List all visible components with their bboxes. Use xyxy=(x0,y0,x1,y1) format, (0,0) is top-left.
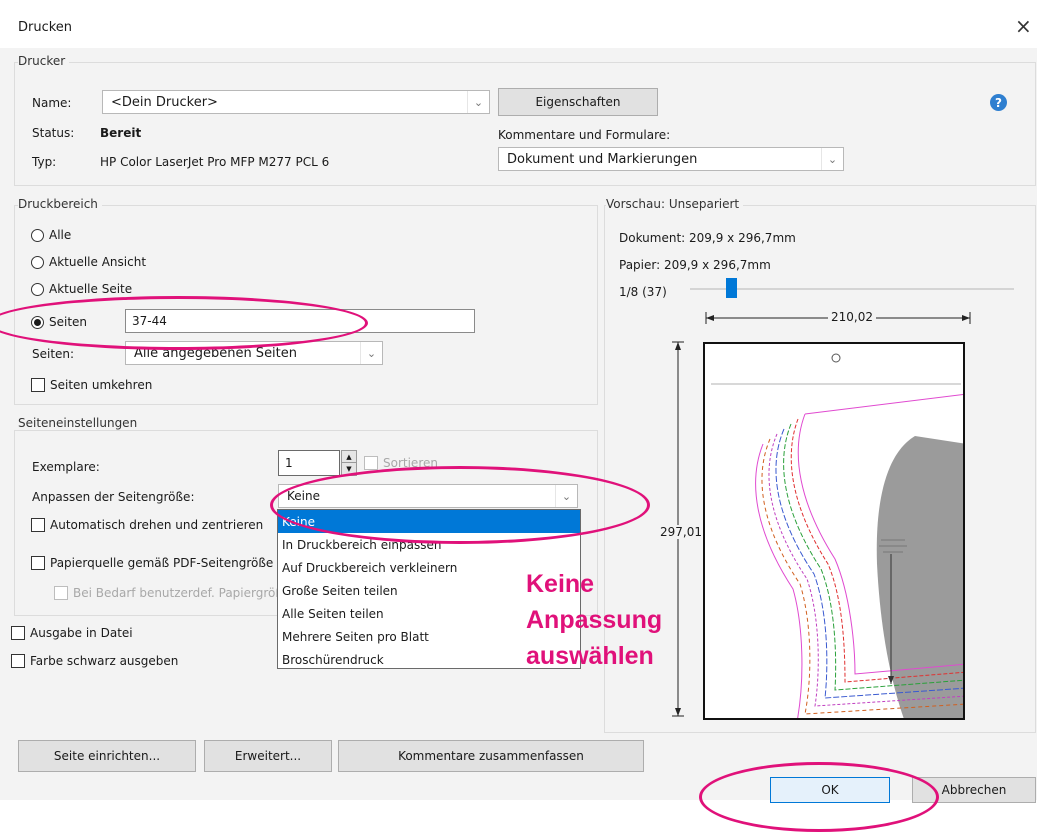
auto-rotate-box[interactable] xyxy=(31,518,45,532)
page-slider-thumb[interactable] xyxy=(725,278,737,298)
annotation-line-1: Keine xyxy=(526,570,595,598)
preview-width-label: 210,02 xyxy=(828,310,876,324)
annotation-text: Keine Anpassung auswählen xyxy=(526,566,662,674)
chevron-down-icon: ⌄ xyxy=(821,148,843,170)
radio-current-page-label: Aktuelle Seite xyxy=(49,282,133,296)
highlight-fit-ellipse xyxy=(270,466,650,544)
status-label: Status: xyxy=(32,126,75,140)
fit-label: Anpassen der Seitengröße: xyxy=(32,490,195,504)
radio-all[interactable]: Alle xyxy=(31,228,71,242)
preview-page xyxy=(703,342,965,720)
black-output-checkbox[interactable]: Farbe schwarz ausgeben xyxy=(11,654,178,668)
radio-all-label: Alle xyxy=(49,228,72,242)
preview-group-label: Vorschau: Unsepariert xyxy=(606,197,744,211)
paper-source-label: Papierquelle gemäß PDF-Seitengröße xyxy=(50,556,274,570)
properties-button[interactable]: Eigenschaften xyxy=(498,88,658,116)
output-to-file-checkbox[interactable]: Ausgabe in Datei xyxy=(11,626,133,640)
annotation-line-3: auswählen xyxy=(526,642,654,670)
pages-subset-label: Seiten: xyxy=(32,347,75,361)
collate-box[interactable] xyxy=(364,456,378,470)
printer-name-value: <Dein Drucker> xyxy=(111,94,218,110)
document-size: Dokument: 209,9 x 296,7mm xyxy=(619,231,796,245)
reverse-pages-box[interactable] xyxy=(31,378,45,392)
title-bar xyxy=(0,0,1037,48)
page-slider-track[interactable] xyxy=(690,288,1014,290)
stepper-up-icon[interactable]: ▲ xyxy=(342,451,356,463)
custom-paper-box[interactable] xyxy=(54,586,68,600)
printer-name-select[interactable]: <Dein Drucker> ⌄ xyxy=(102,90,490,114)
radio-current-view-label: Aktuelle Ansicht xyxy=(49,255,147,269)
output-to-file-box[interactable] xyxy=(11,626,25,640)
highlight-pages-ellipse xyxy=(0,296,368,350)
help-icon[interactable]: ? xyxy=(990,94,1007,111)
black-output-label: Farbe schwarz ausgeben xyxy=(30,654,179,668)
radio-current-view[interactable]: Aktuelle Ansicht xyxy=(31,255,146,269)
sewing-pattern-preview xyxy=(711,353,963,718)
copies-input[interactable]: 1 xyxy=(278,450,340,476)
highlight-ok-ellipse xyxy=(699,762,939,832)
paper-source-box[interactable] xyxy=(31,556,45,570)
type-value: HP Color LaserJet Pro MFP M277 PCL 6 xyxy=(100,155,330,169)
black-output-box[interactable] xyxy=(11,654,25,668)
comments-forms-label: Kommentare und Formulare: xyxy=(498,128,671,142)
close-icon[interactable]: × xyxy=(1015,14,1032,38)
comments-forms-value: Dokument und Markierungen xyxy=(507,151,698,167)
radio-current-page-indicator[interactable] xyxy=(31,282,44,296)
annotation-line-2: Anpassung xyxy=(526,606,663,634)
radio-current-view-indicator[interactable] xyxy=(31,255,44,269)
status-value: Bereit xyxy=(100,126,142,140)
preview-height-label: 297,01 xyxy=(660,525,702,539)
output-to-file-label: Ausgabe in Datei xyxy=(30,626,133,640)
type-label: Typ: xyxy=(32,155,57,169)
page-counter: 1/8 (37) xyxy=(619,285,667,299)
reverse-pages-label: Seiten umkehren xyxy=(50,378,153,392)
auto-rotate-checkbox[interactable]: Automatisch drehen und zentrieren xyxy=(31,518,263,532)
chevron-down-icon: ⌄ xyxy=(360,342,382,364)
auto-rotate-label: Automatisch drehen und zentrieren xyxy=(50,518,264,532)
dialog-title: Drucken xyxy=(18,20,73,35)
chevron-down-icon: ⌄ xyxy=(467,91,489,113)
radio-current-page[interactable]: Aktuelle Seite xyxy=(31,282,132,296)
reverse-pages-checkbox[interactable]: Seiten umkehren xyxy=(31,378,152,392)
paper-source-checkbox[interactable]: Papierquelle gemäß PDF-Seitengröße xyxy=(31,556,273,570)
printer-group-label: Drucker xyxy=(18,54,70,68)
page-setup-group-label: Seiteneinstellungen xyxy=(18,416,142,430)
summarize-comments-button[interactable]: Kommentare zusammenfassen xyxy=(338,740,644,772)
print-range-group-label: Druckbereich xyxy=(18,197,102,211)
printer-name-label: Name: xyxy=(32,96,72,110)
radio-all-indicator[interactable] xyxy=(31,228,44,242)
paper-size: Papier: 209,9 x 296,7mm xyxy=(619,258,771,272)
page-setup-button[interactable]: Seite einrichten... xyxy=(18,740,196,772)
copies-label: Exemplare: xyxy=(32,460,100,474)
comments-forms-select[interactable]: Dokument und Markierungen ⌄ xyxy=(498,147,844,171)
advanced-button[interactable]: Erweitert... xyxy=(204,740,332,772)
